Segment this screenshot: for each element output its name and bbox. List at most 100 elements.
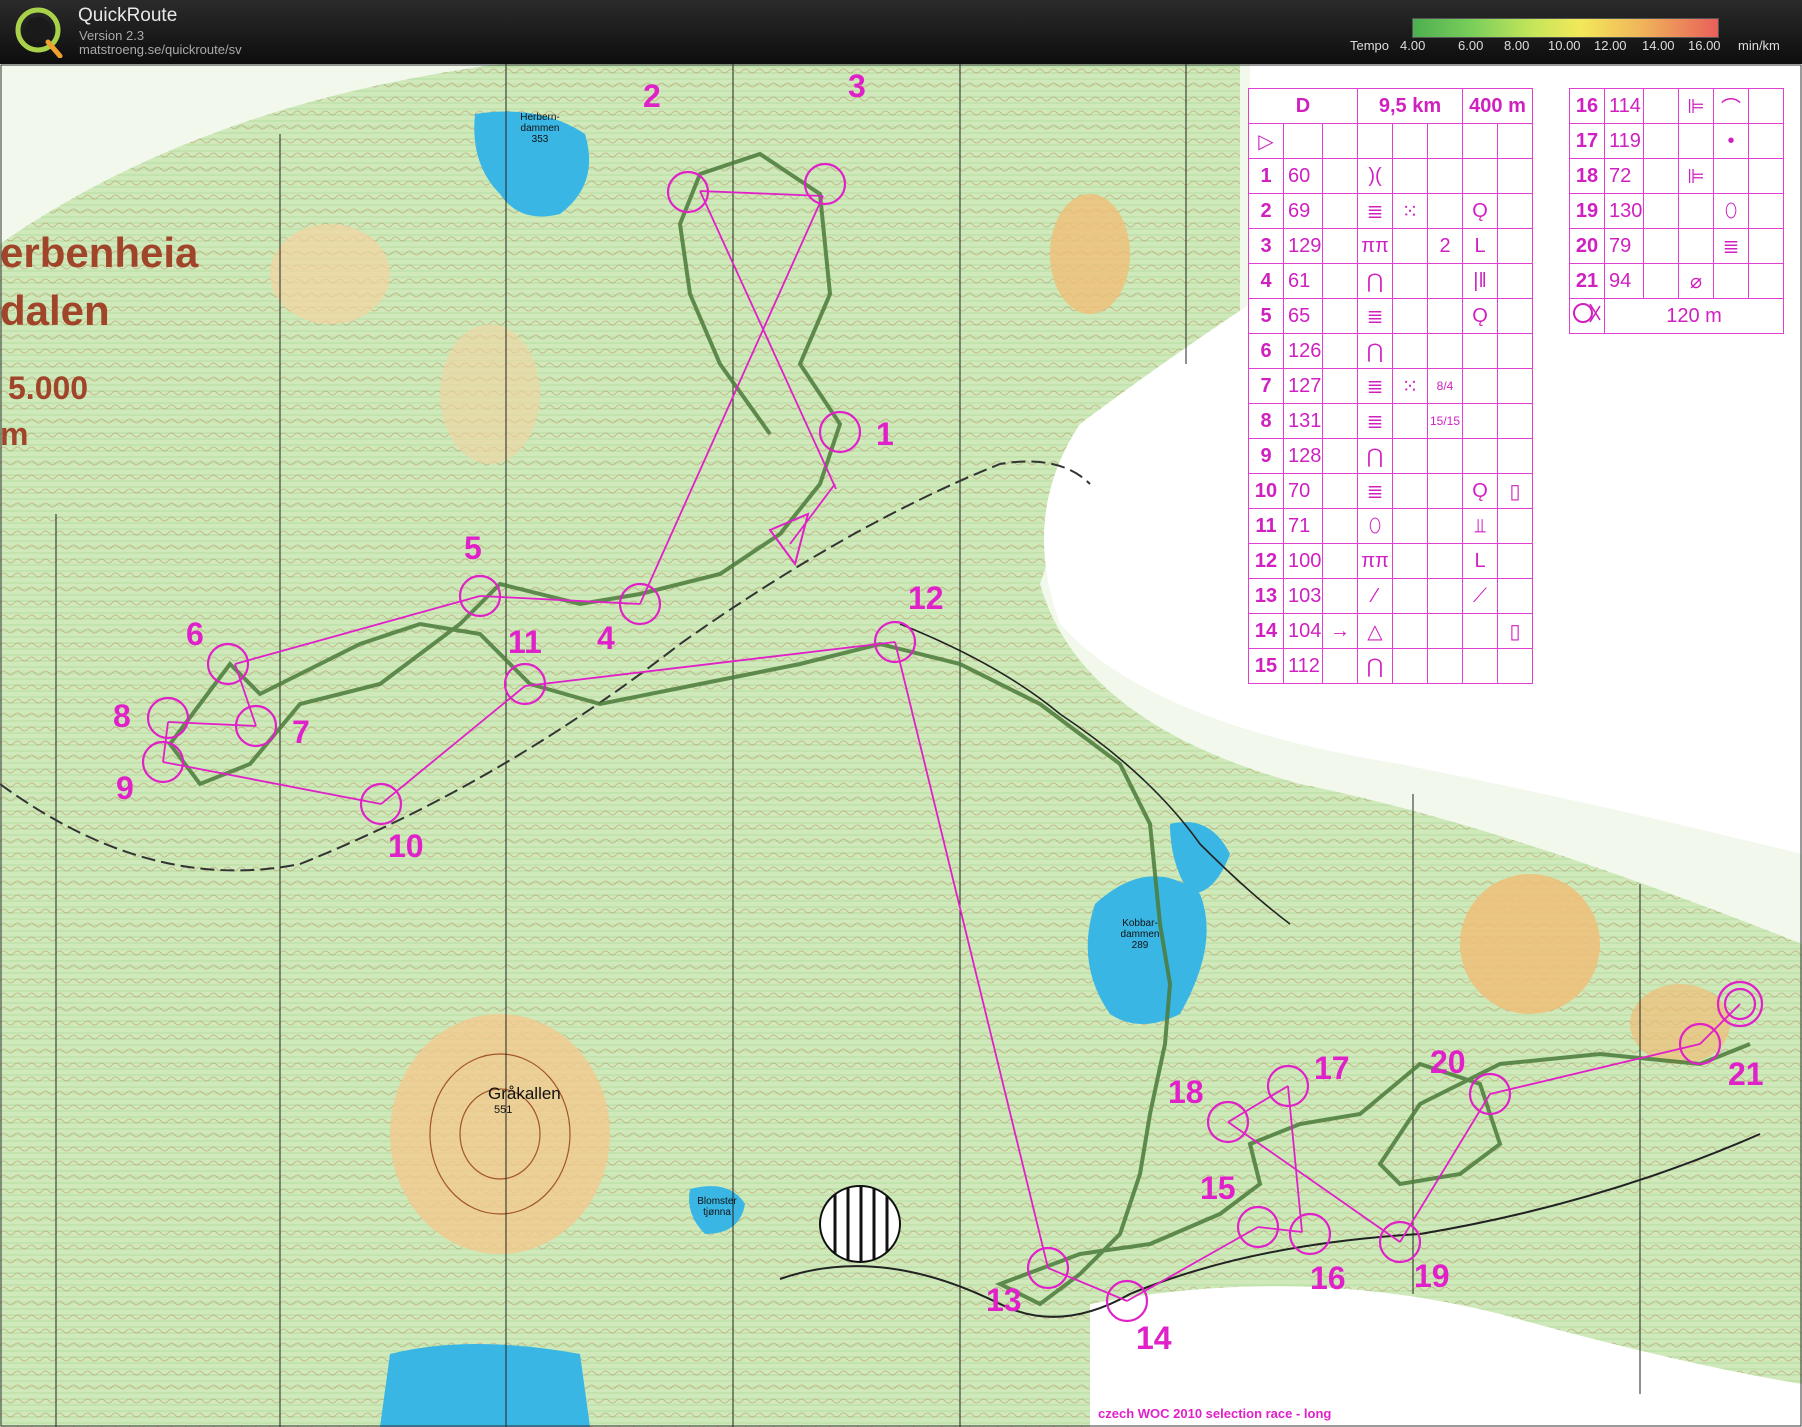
desc-cell-f: [1427, 473, 1463, 509]
tempo-tick: 8.00: [1504, 38, 1530, 53]
desc-cell-e: [1392, 648, 1428, 684]
desc-cell-code: 129: [1283, 228, 1323, 264]
desc-cell-pad1: [1643, 228, 1679, 264]
desc-cell-e: [1392, 578, 1428, 614]
desc-cell-pad1: [1643, 193, 1679, 229]
desc-cell-code: 70: [1283, 473, 1323, 509]
control-description-table-2: 16 114 ⊫ ⌒ 17 119 • 18 72 ⊫ 19 130 ⬯ 20 79 ≣ 21 94 ⌀ 120 m: [1569, 88, 1784, 334]
control-label-20: 20: [1430, 1044, 1466, 1080]
desc-cell-h: [1497, 578, 1533, 614]
desc-cell-pad2: [1748, 228, 1784, 264]
desc-cell-f: [1427, 648, 1463, 684]
control-label-16: 16: [1310, 1260, 1346, 1296]
desc-cell-d: [1678, 123, 1714, 159]
desc-cell-d: )(: [1357, 158, 1393, 194]
map-scale: 5.000: [8, 370, 89, 406]
desc-cell-h: [1497, 403, 1533, 439]
desc-cell-n: 16: [1569, 88, 1605, 124]
desc-cell-c: [1322, 333, 1358, 369]
desc-cell-pad2: [1748, 263, 1784, 299]
desc-cell-h: ▯: [1497, 473, 1533, 509]
finish-distance: 120 m: [1604, 298, 1784, 334]
desc-cell-c: [1322, 158, 1358, 194]
desc-cell-e: ≣: [1713, 228, 1749, 264]
control-label-17: 17: [1314, 1050, 1350, 1086]
desc-cell-h: [1497, 368, 1533, 404]
control-label-10: 10: [388, 828, 424, 864]
desc-cell-e: ⁙: [1392, 193, 1428, 229]
desc-cell-n: 8: [1248, 403, 1284, 439]
open-land: [1630, 984, 1730, 1064]
map-title-line2: dalen: [0, 287, 110, 334]
app-header-bar: QuickRoute Version 2.3 matstroeng.se/qui…: [0, 0, 1802, 64]
desc-cell-n: 17: [1569, 123, 1605, 159]
desc-cell-n: 7: [1248, 368, 1284, 404]
open-land: [270, 224, 390, 324]
desc-cell-code: 126: [1283, 333, 1323, 369]
desc-cell-g: Ǫ: [1462, 193, 1498, 229]
desc-cell-e: [1713, 158, 1749, 194]
desc-cell-pad1: [1643, 158, 1679, 194]
app-url[interactable]: matstroeng.se/quickroute/sv: [79, 42, 242, 57]
control-label-12: 12: [908, 580, 944, 616]
tempo-tick: 12.00: [1594, 38, 1627, 53]
desc-cell-pad1: [1643, 88, 1679, 124]
desc-cell-c: [1322, 578, 1358, 614]
desc-cell-d: [1678, 228, 1714, 264]
control-label-5: 5: [464, 530, 482, 566]
desc-row: 13 103 ⁄ ⟋: [1248, 578, 1533, 614]
desc-cell-d: ⋂: [1357, 263, 1393, 299]
desc-cell-n: 5: [1248, 298, 1284, 334]
desc-cell-c: [1322, 543, 1358, 579]
desc-cell-f: [1427, 333, 1463, 369]
desc-cell-h: [1497, 158, 1533, 194]
desc-cell-pad2: [1748, 193, 1784, 229]
desc-row: 5 65 ≣ Ǫ: [1248, 298, 1533, 334]
desc-cell-e: [1392, 298, 1428, 334]
quickroute-logo-icon: [15, 7, 63, 58]
desc-cell-code: 61: [1283, 263, 1323, 299]
tempo-tick: 10.00: [1548, 38, 1581, 53]
desc-row: 19 130 ⬯: [1569, 193, 1784, 229]
desc-cell-e: [1713, 263, 1749, 299]
desc-cell-g: [1462, 613, 1498, 649]
desc-cell-f: [1427, 193, 1463, 229]
desc-row: 1 60)(: [1248, 158, 1533, 194]
desc-cell-e: [1392, 333, 1428, 369]
tempo-ticks: 4.00 6.00 8.00 10.00 12.00 14.00 16.00: [1400, 38, 1730, 54]
desc-cell-n: 15: [1248, 648, 1284, 684]
desc-cell-g: [1462, 333, 1498, 369]
lake-bottom: [380, 1344, 590, 1427]
desc-cell-c: [1322, 263, 1358, 299]
desc-row: 16 114 ⊫ ⌒: [1569, 88, 1784, 124]
desc-row: 6 126 ⋂: [1248, 333, 1533, 369]
desc-cell-h: [1497, 298, 1533, 334]
desc-cell-d: ≣: [1357, 368, 1393, 404]
desc-start-row: ▷: [1248, 123, 1533, 159]
desc-cell-h: [1497, 648, 1533, 684]
desc-cell-d: [1678, 193, 1714, 229]
desc-cell-n: 11: [1248, 508, 1284, 544]
tempo-unit: min/km: [1738, 38, 1780, 53]
control-label-1: 1: [876, 416, 894, 452]
desc-cell-c: [1322, 473, 1358, 509]
control-label-13: 13: [986, 1282, 1022, 1318]
control-label-7: 7: [292, 714, 310, 750]
desc-cell-g: [1462, 648, 1498, 684]
desc-cell-d: ⋂: [1357, 333, 1393, 369]
desc-cell-g: [1462, 368, 1498, 404]
desc-cell-e: [1392, 228, 1428, 264]
desc-climb: 400 m: [1462, 88, 1533, 124]
desc-cell-g: L: [1462, 543, 1498, 579]
desc-cell-h: [1497, 438, 1533, 474]
desc-cell-code: 94: [1604, 263, 1644, 299]
desc-cell-code: 114: [1604, 88, 1644, 124]
desc-cell-f: [1427, 508, 1463, 544]
desc-row: 18 72 ⊫: [1569, 158, 1784, 194]
desc-cell-d: ⊫: [1678, 88, 1714, 124]
desc-row: 7 127 ≣ ⁙ 8/4: [1248, 368, 1533, 404]
open-land: [1460, 874, 1600, 1014]
control-label-6: 6: [186, 616, 204, 652]
desc-length: 9,5 km: [1357, 88, 1463, 124]
desc-cell-f: 15/15: [1427, 403, 1463, 439]
